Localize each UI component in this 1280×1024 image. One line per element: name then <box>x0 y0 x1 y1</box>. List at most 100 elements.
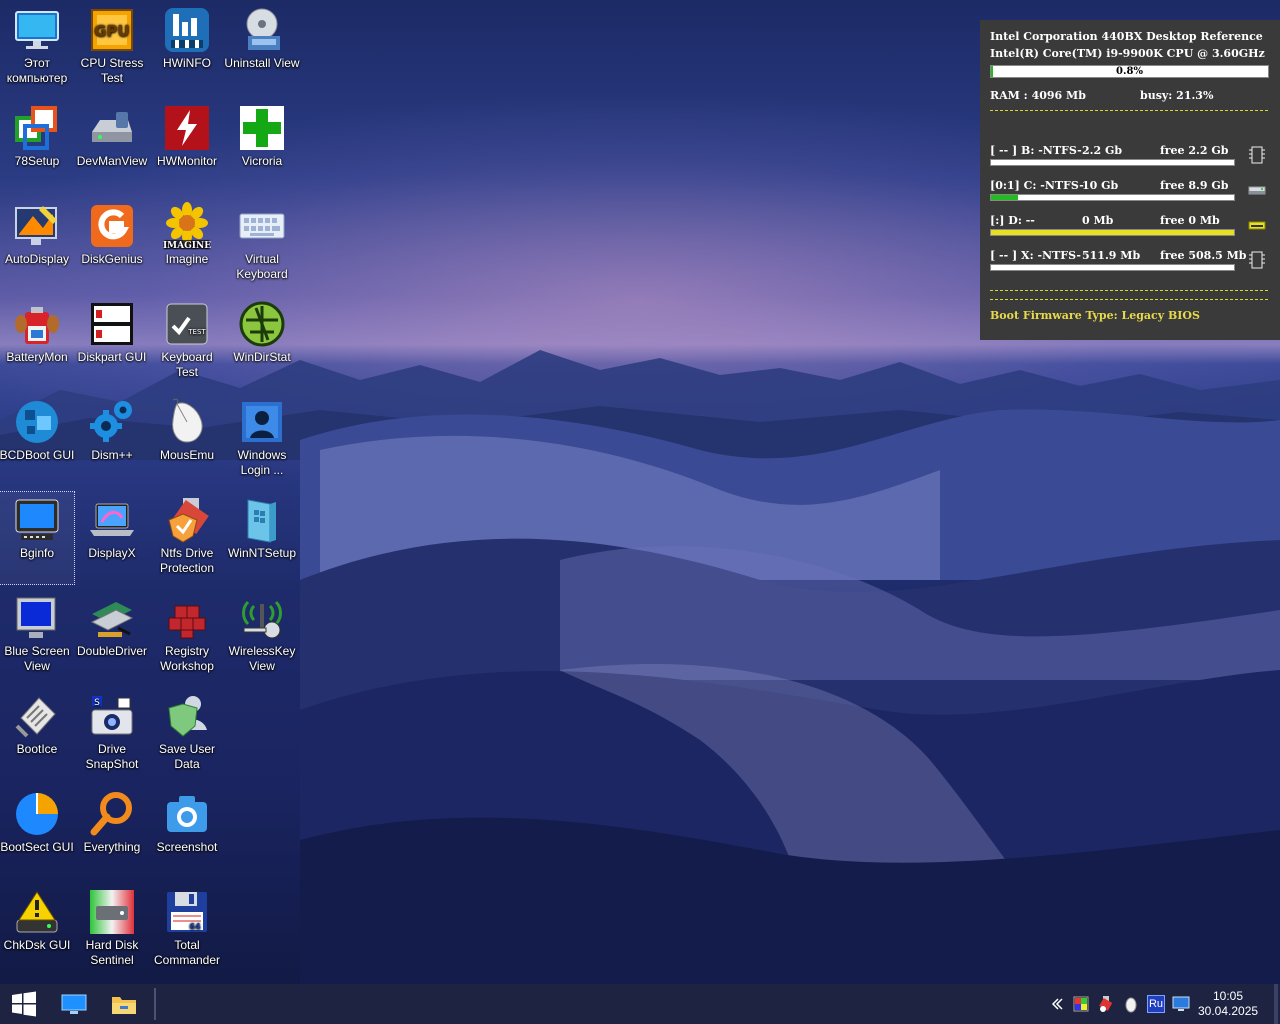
desktop-icon-bcdboot-gui[interactable]: BCDBoot GUI <box>0 394 74 486</box>
memory-chip-icon <box>1248 146 1266 164</box>
desktop-icon-windirstat[interactable]: WinDirStat <box>225 296 299 388</box>
desktop-icon-displayx[interactable]: DisplayX <box>75 492 149 584</box>
desktop-icon-imagine[interactable]: IMAGINE Imagine <box>150 198 224 290</box>
desktop-icon-label: DoubleDriver <box>76 644 148 658</box>
desktop-icon-winntsetup[interactable]: WinNTSetup <box>225 492 299 584</box>
driver-board-icon <box>88 594 136 642</box>
bootice-icon <box>13 692 61 740</box>
memory-chip-icon <box>1248 251 1266 269</box>
desktop-icon-everything[interactable]: Everything <box>75 786 149 878</box>
desktop-icon-save-user-data[interactable]: Save User Data <box>150 688 224 780</box>
drive-usage-bar <box>990 159 1235 166</box>
sunflower-icon: IMAGINE <box>163 202 211 251</box>
desktop-icon-label: Windows Login ... <box>237 448 287 477</box>
desktop-icon-wirelesskey-view[interactable]: WirelessKey View <box>225 590 299 682</box>
diskpart-icon <box>88 300 136 348</box>
drive-usage-bar <box>990 229 1235 236</box>
drive-label: [ -- ] X: -NTFS- <box>990 249 1081 262</box>
gpu-chip-icon: GPU <box>88 6 136 54</box>
usb-tray-icon[interactable] <box>1097 995 1115 1013</box>
taskbar-separator <box>154 988 156 1020</box>
desktop-icon-bootsect-gui[interactable]: BootSect GUI <box>0 786 74 878</box>
desktop-icon-doubledriver[interactable]: DoubleDriver <box>75 590 149 682</box>
show-desktop-button[interactable] <box>1274 984 1278 1024</box>
cpu-load-text: 0.8% <box>1116 66 1143 77</box>
desktop-icon-keyboard-test[interactable]: TEST Keyboard Test <box>150 296 224 388</box>
desktop-icon-dism[interactable]: Dism++ <box>75 394 149 486</box>
desktop-icon-label: Dism++ <box>91 448 133 462</box>
desktop-icon-diskgenius[interactable]: DiskGenius <box>75 198 149 290</box>
drive-free: free 2.2 Gb <box>1160 144 1229 157</box>
desktop-icon-uninstall-view[interactable]: Uninstall View <box>224 2 300 94</box>
desktop-icon-label: Diskpart GUI <box>77 350 147 364</box>
desktop-icon-hard-disk-sentinel[interactable]: Hard Disk Sentinel <box>75 884 149 976</box>
desktop-icon-label: WinDirStat <box>233 350 291 364</box>
svg-text:64: 64 <box>189 922 201 931</box>
keyboard-test-icon: TEST <box>163 300 211 348</box>
desktop-icon-screenshot[interactable]: Screenshot <box>150 786 224 878</box>
windows-setup-icon <box>13 104 61 152</box>
desktop-icon-label: WirelessKey View <box>228 644 296 673</box>
green-cross-icon <box>238 104 286 152</box>
desktop-icon-label: DisplayX <box>88 546 136 560</box>
desktop-icon-mousemu[interactable]: MousEmu <box>150 394 224 486</box>
start-button[interactable] <box>0 984 48 1024</box>
color-app-icon[interactable] <box>1072 995 1090 1013</box>
desktop-icon-label: Vicroria <box>241 154 283 168</box>
desktop-icon-hwinfo[interactable]: HWiNFO <box>150 2 224 94</box>
keyboard-icon <box>238 202 286 250</box>
desktop-icon-virtual-keyboard[interactable]: Virtual Keyboard <box>225 198 299 290</box>
desktop-icon-autodisplay[interactable]: AutoDisplay <box>0 198 74 290</box>
desktop-icon-batterymon[interactable]: BatteryMon <box>0 296 74 388</box>
battery-icon <box>13 300 61 348</box>
display-paint-icon <box>13 202 61 250</box>
desktop-icon-windows-login[interactable]: Windows Login ... <box>225 394 299 486</box>
desktop-icon-label: DevManView <box>76 154 148 168</box>
desktop-icon-total-commander[interactable]: 64 Total Commander <box>150 884 224 976</box>
language-icon[interactable]: Ru <box>1147 995 1165 1013</box>
optical-drive-icon <box>1248 216 1266 234</box>
desktop-icon-label: HWiNFO <box>163 56 211 70</box>
desktop-icon-blue-screen-view[interactable]: Blue Screen View <box>0 590 74 682</box>
drive-snapshot-icon: S <box>88 692 136 740</box>
desktop-icon-diskpart-gui[interactable]: Diskpart GUI <box>75 296 149 388</box>
desktop-icon-label: Save User Data <box>158 742 216 771</box>
desktop-icon-cpu-stress-test[interactable]: GPU CPU Stress Test <box>75 2 149 94</box>
camera-icon <box>163 790 211 838</box>
winntsetup-icon <box>238 496 286 544</box>
divider <box>990 299 1268 300</box>
desktop-icon-label: CPU Stress Test <box>80 56 144 85</box>
desktop-icon-ntfs-drive-protection[interactable]: Ntfs Drive Protection <box>150 492 224 584</box>
uninstall-disc-icon <box>238 6 286 54</box>
desktop-icon-devmanview[interactable]: DevManView <box>75 100 149 192</box>
desktop-icon-label: Hard Disk Sentinel <box>85 938 139 967</box>
display-tray-icon[interactable] <box>1172 995 1190 1013</box>
desktop-icon-chkdsk-gui[interactable]: ChkDsk GUI <box>0 884 74 976</box>
desktop-icon-registry-workshop[interactable]: Registry Workshop <box>150 590 224 682</box>
drive-free: free 508.5 Mb <box>1160 249 1247 262</box>
mouse-tray-icon[interactable] <box>1122 995 1140 1013</box>
taskbar-pinned-monitor[interactable] <box>50 984 98 1024</box>
desktop-icon-hwmonitor[interactable]: HWMonitor <box>150 100 224 192</box>
desktop-icon-drive-snapshot[interactable]: S Drive SnapShot <box>75 688 149 780</box>
svg-text:IMAGINE: IMAGINE <box>163 241 211 250</box>
wireless-key-icon <box>238 594 286 642</box>
drive-size: 0 Mb <box>1082 214 1114 227</box>
desktop-icon-этот-компьютер[interactable]: Этот компьютер <box>0 2 74 94</box>
taskbar-pinned-explorer[interactable] <box>100 984 148 1024</box>
desktop-icon-label: Этот компьютер <box>6 56 68 85</box>
drive-label: [:] D: -- <box>990 214 1035 227</box>
chevron-left-icon[interactable] <box>1048 995 1066 1013</box>
drive-size: 10 Gb <box>1082 179 1119 192</box>
desktop-icon-label: Screenshot <box>156 840 218 854</box>
desktop-icon-78setup[interactable]: 78Setup <box>0 100 74 192</box>
drive-free: free 0 Mb <box>1160 214 1220 227</box>
hwinfo-icon <box>163 6 211 54</box>
desktop-icon-bginfo[interactable]: Bginfo <box>0 491 75 585</box>
desktop-icon-bootice[interactable]: BootIce <box>0 688 74 780</box>
desktop-icon-label: Uninstall View <box>224 56 300 70</box>
diskgenius-icon <box>88 202 136 250</box>
desktop-icon-label: Everything <box>83 840 141 854</box>
desktop-icon-vicroria[interactable]: Vicroria <box>225 100 299 192</box>
clock[interactable]: 10:05 30.04.2025 <box>1198 989 1258 1019</box>
